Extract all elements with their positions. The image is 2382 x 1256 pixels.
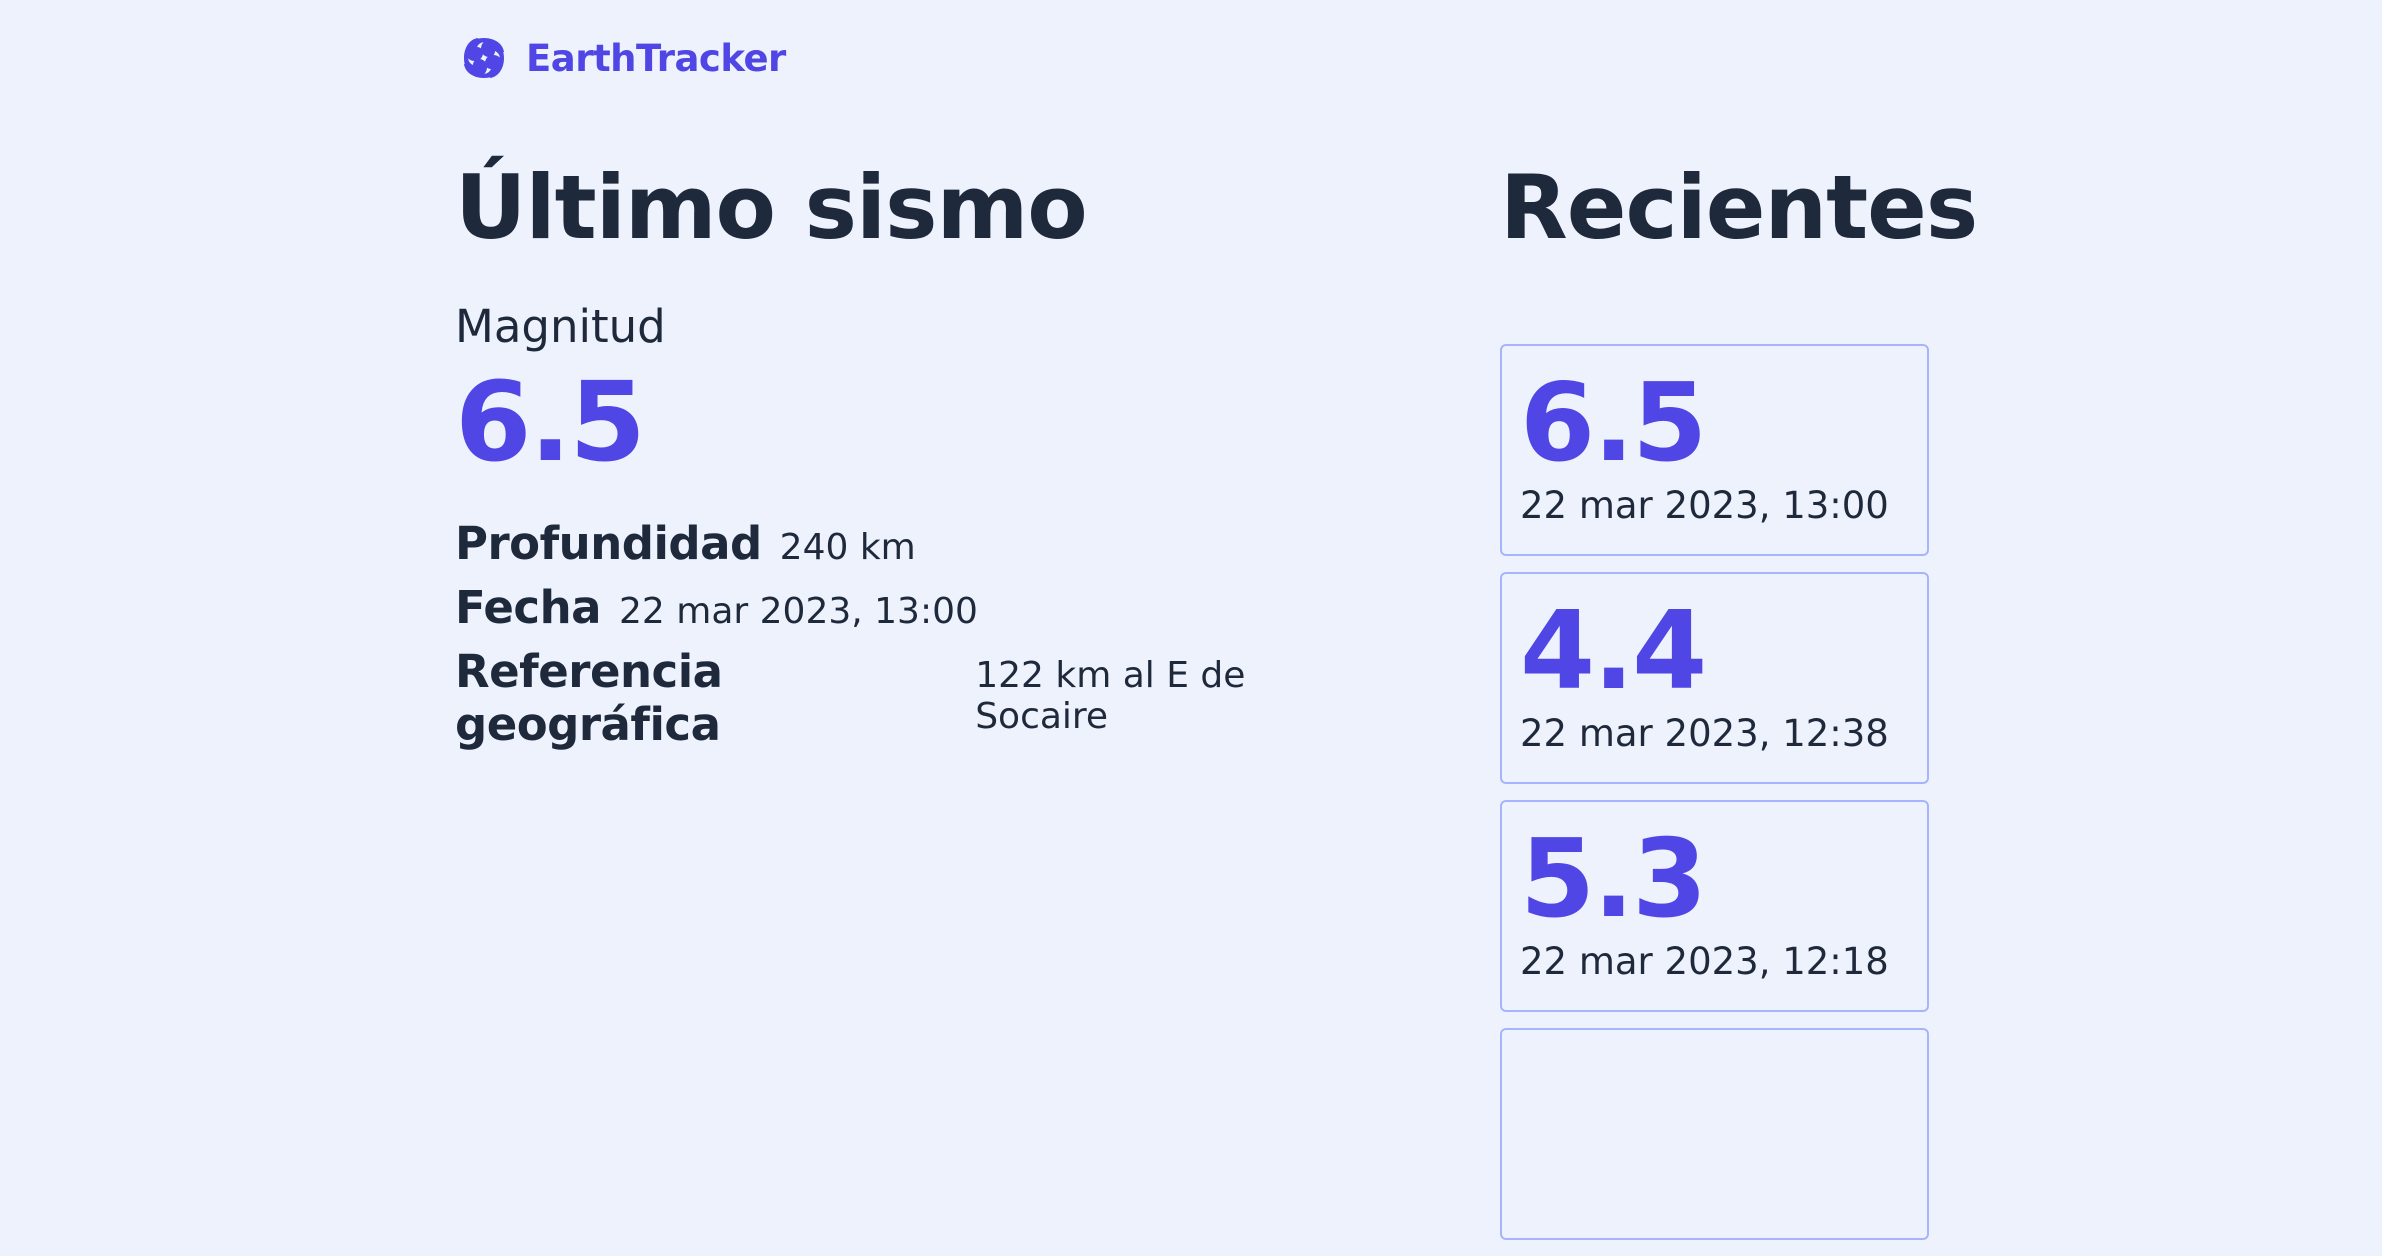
detail-depth: Profundidad 240 km: [455, 517, 1355, 581]
card-magnitude: 5.3: [1520, 817, 1707, 942]
detail-label: Profundidad: [455, 517, 762, 570]
card-date: 22 mar 2023, 12:38: [1520, 712, 1889, 755]
detail-date: Fecha 22 mar 2023, 13:00: [455, 581, 1355, 645]
card-magnitude: 6.5: [1520, 361, 1707, 486]
detail-value: 22 mar 2023, 13:00: [619, 591, 978, 632]
recent-quakes-section: Recientes 6.5 22 mar 2023, 13:00 4.4 22 …: [1500, 156, 1978, 1240]
magnitude-value: 6.5: [455, 358, 646, 486]
latest-title: Último sismo: [455, 156, 1088, 259]
recent-title: Recientes: [1500, 156, 1978, 259]
recent-list: 6.5 22 mar 2023, 13:00 4.4 22 mar 2023, …: [1500, 344, 1930, 1256]
recent-quake-card[interactable]: 5.3 22 mar 2023, 12:18: [1500, 800, 1929, 1012]
detail-label: Referencia geográfica: [455, 645, 723, 751]
latest-quake-section: Último sismo Magnitud 6.5 Profundidad 24…: [455, 156, 1355, 752]
card-date: 22 mar 2023, 12:18: [1520, 940, 1889, 983]
brand-link[interactable]: EarthTracker: [460, 34, 786, 82]
recent-quake-card[interactable]: 4.4 22 mar 2023, 12:38: [1500, 572, 1929, 784]
detail-geo-reference: Referencia geográfica 122 km al E de Soc…: [455, 645, 1355, 751]
brand-name: EarthTracker: [526, 36, 786, 80]
card-date: 22 mar 2023, 13:00: [1520, 484, 1889, 527]
detail-label: Fecha: [455, 581, 602, 634]
recent-quake-card[interactable]: 6.5 22 mar 2023, 13:00: [1500, 344, 1929, 556]
quake-details: Profundidad 240 km Fecha 22 mar 2023, 13…: [455, 517, 1355, 751]
detail-value: 122 km al E de Socaire: [975, 655, 1246, 737]
detail-value: 240 km: [779, 527, 916, 568]
spiral-logo-icon: [464, 38, 504, 78]
recent-quake-card[interactable]: [1500, 1028, 1929, 1240]
magnitude-label: Magnitud: [455, 300, 666, 353]
card-magnitude: 4.4: [1520, 589, 1707, 714]
